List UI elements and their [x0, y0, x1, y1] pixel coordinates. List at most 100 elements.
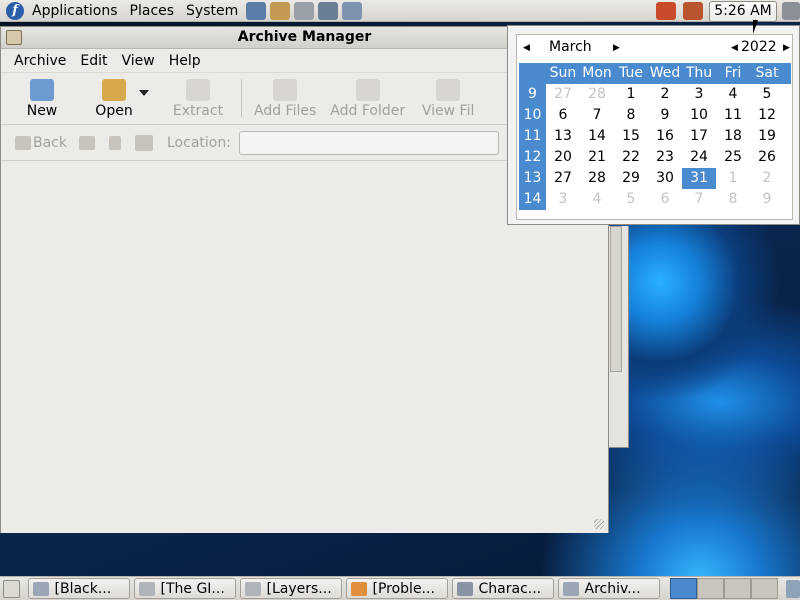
calendar-day[interactable]: 4 — [716, 84, 750, 105]
location-input[interactable] — [238, 130, 499, 155]
calendar-day[interactable]: 23 — [648, 147, 682, 168]
extract-button[interactable]: Extract — [169, 79, 227, 124]
calendar-day[interactable]: 14 — [580, 126, 614, 147]
app-icon — [244, 581, 261, 596]
calendar-day[interactable]: 28 — [580, 84, 614, 105]
calendar-day[interactable]: 22 — [614, 147, 648, 168]
calendar-day[interactable]: 6 — [546, 105, 580, 126]
calendar-day[interactable]: 21 — [580, 147, 614, 168]
workspace-2[interactable] — [696, 578, 724, 599]
calendar-day[interactable]: 7 — [682, 189, 716, 210]
next-month-icon[interactable]: ▶ — [613, 43, 620, 53]
add-files-button[interactable]: Add Files — [254, 79, 316, 124]
up-button[interactable] — [109, 135, 123, 150]
open-dropdown-icon[interactable] — [139, 90, 149, 96]
calendar-day[interactable]: 28 — [580, 168, 614, 189]
calendar-day[interactable]: 4 — [580, 189, 614, 210]
calendar-widget: ◀ March ▶ ◀ 2022 ▶ Sun Mon Tue Wed Thu Fri Sat… — [516, 34, 793, 220]
taskbar-button[interactable]: [Proble... — [345, 578, 448, 599]
calendar-day[interactable]: 10 — [682, 105, 716, 126]
menu-edit[interactable]: Edit — [73, 53, 114, 69]
trash-icon[interactable] — [785, 579, 800, 598]
workspace-1[interactable] — [669, 578, 697, 599]
workspace-3[interactable] — [723, 578, 751, 599]
calendar-day[interactable]: 25 — [716, 147, 750, 168]
notes-launcher-icon[interactable] — [294, 1, 315, 20]
taskbar-button[interactable]: Charac... — [451, 578, 554, 599]
calendar-day[interactable]: 11 — [716, 105, 750, 126]
calendar-day[interactable]: 9 — [648, 105, 682, 126]
menu-archive[interactable]: Archive — [7, 53, 73, 69]
system-menu[interactable]: System — [180, 0, 244, 22]
taskbar-button[interactable]: [The GI... — [133, 578, 236, 599]
add-folder-button[interactable]: Add Folder — [330, 79, 405, 124]
calendar-day[interactable]: 3 — [546, 189, 580, 210]
calendar-day[interactable]: 31 — [682, 168, 716, 189]
back-button[interactable]: Back — [15, 135, 67, 151]
calendar-day[interactable]: 2 — [648, 84, 682, 105]
calendar-day[interactable]: 16 — [648, 126, 682, 147]
add-files-label: Add Files — [254, 103, 317, 119]
new-button[interactable]: New — [13, 79, 71, 124]
day-of-week-fri: Fri — [724, 65, 742, 81]
calendar-day[interactable]: 6 — [648, 189, 682, 210]
calendar-day[interactable]: 1 — [614, 84, 648, 105]
taskbar-button[interactable]: [Black... — [27, 578, 130, 599]
workspace-4[interactable] — [750, 578, 778, 599]
applications-menu[interactable]: Applications — [26, 0, 124, 22]
calendar-day[interactable]: 5 — [614, 189, 648, 210]
calendar-day[interactable]: 2 — [750, 168, 784, 189]
calendar-week-row: 12 20 21 22 23 24 25 26 — [519, 147, 791, 168]
prev-month-icon[interactable]: ◀ — [523, 43, 530, 53]
scrollbar[interactable] — [610, 226, 622, 372]
update-notifier-icon[interactable] — [656, 2, 676, 20]
calendar-day[interactable]: 12 — [750, 105, 784, 126]
calendar-day[interactable]: 19 — [750, 126, 784, 147]
alert-icon[interactable] — [683, 2, 703, 20]
volume-icon[interactable] — [782, 2, 800, 20]
mail-launcher-icon[interactable] — [270, 1, 291, 20]
network-launcher-icon[interactable] — [342, 1, 363, 20]
menu-help[interactable]: Help — [162, 53, 208, 69]
calendar-day[interactable]: 18 — [716, 126, 750, 147]
browser-launcher-icon[interactable] — [246, 1, 267, 20]
taskbar-button[interactable]: [Layers... — [239, 578, 342, 599]
calendar-day[interactable]: 20 — [546, 147, 580, 168]
next-year-icon[interactable]: ▶ — [783, 43, 790, 53]
add-files-icon — [273, 79, 298, 101]
screenshot-launcher-icon[interactable] — [318, 1, 339, 20]
add-folder-icon — [355, 79, 380, 101]
open-button[interactable]: Open — [85, 79, 143, 124]
calendar-day[interactable]: 13 — [546, 126, 580, 147]
taskbar-button[interactable]: Archiv... — [557, 578, 660, 599]
calendar-day[interactable]: 1 — [716, 168, 750, 189]
calendar-day[interactable]: 29 — [614, 168, 648, 189]
view-file-button[interactable]: View Fil — [419, 79, 477, 124]
clock[interactable]: 5:26 AM — [709, 1, 777, 22]
calendar-day[interactable]: 8 — [716, 189, 750, 210]
show-desktop-icon[interactable] — [3, 579, 20, 598]
calendar-day[interactable]: 27 — [546, 84, 580, 105]
calendar-week-row: 9 27 28 1 2 3 4 5 — [519, 84, 791, 105]
calendar-day[interactable]: 3 — [682, 84, 716, 105]
calendar-day[interactable]: 7 — [580, 105, 614, 126]
fedora-logo-icon[interactable]: f — [6, 1, 24, 20]
menu-view[interactable]: View — [115, 53, 162, 69]
add-folder-label: Add Folder — [330, 103, 406, 119]
calendar-day[interactable]: 30 — [648, 168, 682, 189]
calendar-day[interactable]: 9 — [750, 189, 784, 210]
calendar-day[interactable]: 8 — [614, 105, 648, 126]
home-button[interactable] — [135, 134, 155, 151]
calendar-day[interactable]: 5 — [750, 84, 784, 105]
calendar-day[interactable]: 26 — [750, 147, 784, 168]
calendar-day[interactable]: 24 — [682, 147, 716, 168]
calendar-day[interactable]: 15 — [614, 126, 648, 147]
calendar-day[interactable]: 27 — [546, 168, 580, 189]
places-menu[interactable]: Places — [124, 0, 181, 22]
calendar-week-row: 13 27 28 29 30 31 1 2 — [519, 168, 791, 189]
view-file-label: View Fil — [421, 103, 475, 119]
forward-button[interactable] — [79, 135, 97, 150]
resize-grip-icon[interactable] — [594, 519, 604, 529]
calendar-day[interactable]: 17 — [682, 126, 716, 147]
prev-year-icon[interactable]: ◀ — [731, 43, 738, 53]
